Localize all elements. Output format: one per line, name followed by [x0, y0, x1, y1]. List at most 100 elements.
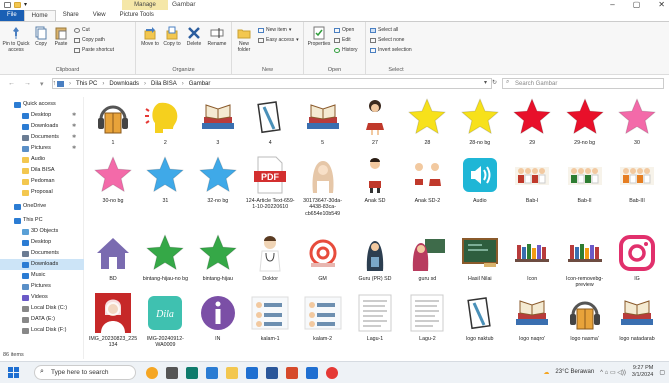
move-to-button[interactable]: Move to	[140, 26, 160, 47]
address-bar[interactable]: › This PC › Downloads › Dila BISA › Gamb…	[52, 78, 492, 89]
file-item[interactable]: 30173647-30da-4438-83ca-cb654e10b549	[298, 155, 348, 217]
copy-button[interactable]: Copy	[32, 26, 50, 47]
teams-icon[interactable]	[186, 367, 198, 379]
sidebar-item-onedrive[interactable]: OneDrive	[0, 201, 84, 212]
file-item[interactable]: 32-no bg	[193, 155, 243, 204]
chrome-icon[interactable]	[326, 367, 338, 379]
file-item[interactable]: 4	[245, 97, 295, 146]
sidebar-item-audio[interactable]: Audio	[0, 154, 84, 165]
sidebar-item-proposal[interactable]: Proposal	[0, 187, 84, 198]
file-item[interactable]: Guru (PR) SD	[350, 233, 400, 282]
easy-access-button[interactable]: Easy access ▾	[258, 37, 299, 43]
file-item[interactable]: Icon	[507, 233, 557, 282]
sidebar-item-quick-access[interactable]: Quick access	[0, 99, 84, 110]
sidebar-item-pedoman[interactable]: Pedoman	[0, 176, 84, 187]
butterfly-widget-icon[interactable]	[146, 367, 158, 379]
tab-picture-tools[interactable]: Picture Tools	[113, 10, 161, 21]
file-item[interactable]: Anak SD-2	[402, 155, 452, 204]
file-item[interactable]: Doktor	[245, 233, 295, 282]
properties-button[interactable]: Properties	[306, 26, 332, 47]
breadcrumb-dila-bisa[interactable]: Dila BISA	[151, 79, 177, 88]
file-item[interactable]: 5	[298, 97, 348, 146]
file-item[interactable]: Dila IMG-20240912-WA0009	[140, 293, 190, 349]
taskbar-search-input[interactable]: Type here to search	[34, 365, 136, 380]
file-item[interactable]: logo naktub	[455, 293, 505, 342]
file-item[interactable]: 29	[507, 97, 557, 146]
new-item-button[interactable]: New item ▾	[258, 27, 291, 33]
file-item[interactable]: IMG_20230823_225134	[88, 293, 138, 349]
file-item[interactable]: Bab-II	[560, 155, 610, 204]
file-item[interactable]: bintang-hijau-no bg	[140, 233, 190, 282]
file-item[interactable]: logo nasma'	[560, 293, 610, 342]
sidebar-item-pictures[interactable]: Pictures	[0, 281, 84, 292]
sidebar-item-desktop[interactable]: Desktop ✱	[0, 110, 84, 121]
select-all-button[interactable]: Select all	[370, 27, 398, 33]
file-item[interactable]: Lagu-1	[350, 293, 400, 342]
refresh-icon[interactable]: ↻	[492, 79, 497, 86]
file-item[interactable]: Audio	[455, 155, 505, 204]
sidebar-item-local-disk-c[interactable]: Local Disk (C:)	[0, 303, 84, 314]
dropdown-icon[interactable]: ▾	[24, 2, 31, 8]
breadcrumb-this-pc[interactable]: This PC	[76, 79, 97, 88]
sidebar-item-downloads[interactable]: Downloads ✱	[0, 121, 84, 132]
recent-dropdown-icon[interactable]: ▾	[40, 80, 44, 88]
file-item[interactable]: Bab-III	[612, 155, 662, 204]
file-item[interactable]: Bab-I	[507, 155, 557, 204]
file-item[interactable]: IN	[193, 293, 243, 342]
sidebar-item-data-e[interactable]: DATA (E:)	[0, 314, 84, 325]
file-item[interactable]: 31	[140, 155, 190, 204]
sidebar-item-pictures[interactable]: Pictures ✱	[0, 143, 84, 154]
file-item[interactable]: 30-no bg	[88, 155, 138, 204]
tab-home[interactable]: Home	[23, 10, 56, 21]
file-item[interactable]: PDF 124-Article Text-659-1-10-20220610	[245, 155, 295, 211]
breadcrumb-gambar[interactable]: Gambar	[189, 79, 211, 88]
sidebar-item-local-disk-f[interactable]: Local Disk (F:)	[0, 325, 84, 336]
file-item[interactable]: kalam-1	[245, 293, 295, 342]
file-item[interactable]: GM	[298, 233, 348, 282]
file-item[interactable]: Hasil Nilai	[455, 233, 505, 282]
outlook-icon[interactable]	[306, 367, 318, 379]
notification-icon[interactable]: ▢	[659, 369, 665, 376]
paste-shortcut-button[interactable]: Paste shortcut	[74, 47, 114, 53]
close-button[interactable]: ✕	[658, 0, 665, 9]
pin-quick-access-button[interactable]: Pin to Quick access	[2, 26, 30, 53]
start-button[interactable]	[8, 367, 20, 379]
weather-icon[interactable]: ☁	[543, 369, 549, 376]
sidebar-item-downloads[interactable]: Downloads	[0, 259, 84, 270]
delete-button[interactable]: Delete	[184, 26, 204, 47]
edge-icon[interactable]	[206, 367, 218, 379]
file-item[interactable]: 27	[350, 97, 400, 146]
open-button[interactable]: Open	[334, 27, 354, 33]
tab-view[interactable]: View	[86, 10, 113, 21]
edit-button[interactable]: Edit	[334, 37, 351, 43]
address-dropdown-icon[interactable]: ▾	[484, 79, 487, 86]
file-item[interactable]: guru sd	[402, 233, 452, 282]
file-item[interactable]: logo naqro'	[507, 293, 557, 342]
file-item[interactable]: 28-no bg	[455, 97, 505, 146]
file-item[interactable]: Lagu-2	[402, 293, 452, 342]
new-folder-button[interactable]: New folder	[234, 26, 254, 53]
cut-button[interactable]: Cut	[74, 27, 90, 33]
weather-text[interactable]: 23°C Berawan	[555, 369, 594, 375]
clock[interactable]: 9:27 PM 3/1/2024	[632, 365, 653, 379]
sidebar-item-documents[interactable]: Documents ✱	[0, 132, 84, 143]
search-input[interactable]: Search Gambar	[502, 78, 664, 89]
file-item[interactable]: 28	[402, 97, 452, 146]
copy-to-button[interactable]: Copy to	[162, 26, 182, 47]
file-item[interactable]: 3	[193, 97, 243, 146]
folder-icon[interactable]	[14, 2, 21, 8]
manage-tab[interactable]: Manage	[122, 0, 168, 10]
file-item[interactable]: Anak SD	[350, 155, 400, 204]
tab-share[interactable]: Share	[56, 10, 86, 21]
file-item[interactable]: kalam-2	[298, 293, 348, 342]
sidebar-item-documents[interactable]: Documents	[0, 248, 84, 259]
tab-file[interactable]: File	[0, 10, 24, 21]
file-explorer-icon[interactable]	[226, 367, 238, 379]
sidebar-item-videos[interactable]: Videos	[0, 292, 84, 303]
save-icon[interactable]	[4, 2, 11, 8]
file-item[interactable]: 2	[140, 97, 190, 146]
file-item[interactable]: 30	[612, 97, 662, 146]
history-button[interactable]: History	[334, 47, 358, 53]
minimize-button[interactable]: –	[610, 0, 614, 9]
rename-button[interactable]: Rename	[206, 26, 228, 47]
